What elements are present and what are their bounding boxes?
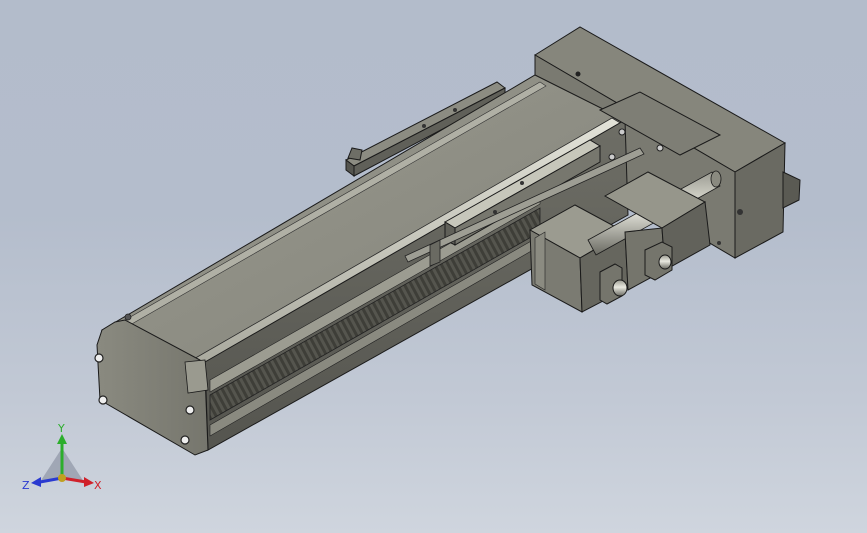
x-axis-head-icon [84,477,94,487]
triad-origin-icon [58,474,66,482]
y-axis-head-icon [57,434,67,444]
cad-model-linear-actuator[interactable] [0,0,867,533]
graphics-viewport[interactable]: Y X Z [0,0,867,533]
y-axis-label: Y [57,422,65,435]
view-orientation-triad[interactable]: Y X Z [22,418,112,498]
z-axis-head-icon [31,477,41,487]
z-axis-label: Z [22,479,30,492]
x-axis-label: X [94,479,102,492]
